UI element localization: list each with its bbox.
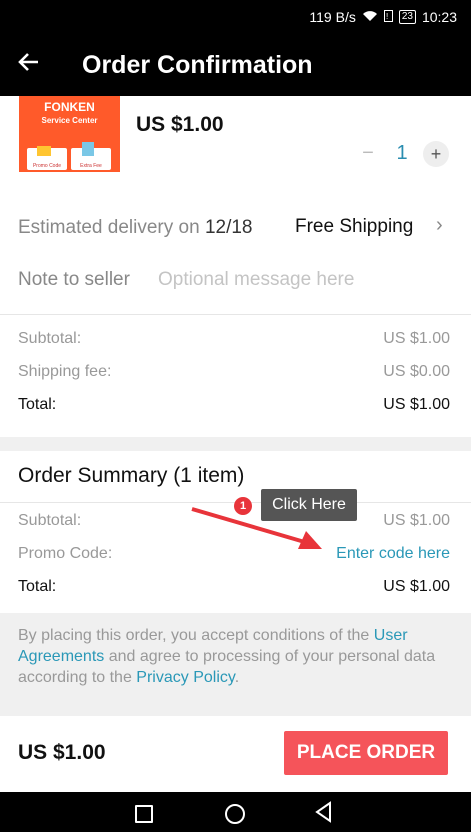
app-header: Order Confirmation bbox=[0, 36, 471, 96]
delivery-label: Estimated delivery on bbox=[18, 217, 200, 238]
quantity-increase-button[interactable]: + bbox=[423, 141, 449, 167]
terms-text: By placing this order, you accept condit… bbox=[18, 627, 436, 686]
section-gap bbox=[0, 696, 471, 716]
recents-icon[interactable] bbox=[135, 805, 153, 823]
enter-promo-code-link[interactable]: Enter code here bbox=[336, 545, 450, 563]
subtotal-label: Subtotal: bbox=[18, 330, 82, 347]
svg-text:!: ! bbox=[386, 12, 388, 21]
click-here-tooltip: Click Here bbox=[261, 489, 357, 521]
divider bbox=[0, 314, 471, 315]
quantity-decrease-button[interactable]: − bbox=[356, 141, 380, 165]
terms-notice: By placing this order, you accept condit… bbox=[0, 613, 471, 696]
product-image-cube bbox=[37, 146, 51, 156]
quantity-value: 1 bbox=[396, 142, 408, 164]
summary-subtotal-value: US $1.00 bbox=[383, 512, 450, 529]
note-label: Note to seller bbox=[18, 269, 130, 290]
note-to-seller-input[interactable] bbox=[158, 266, 448, 294]
estimated-delivery: Estimated delivery on 12/18 bbox=[18, 217, 252, 239]
product-image-cube bbox=[82, 142, 94, 156]
sim-icon: ! bbox=[383, 9, 393, 25]
home-icon[interactable] bbox=[225, 804, 245, 824]
step-badge: 1 bbox=[234, 497, 252, 515]
product-image-subtitle: Service Center bbox=[41, 116, 98, 125]
checkout-total: US $1.00 bbox=[18, 741, 106, 764]
page-title: Order Confirmation bbox=[82, 51, 313, 79]
battery-icon: 23 bbox=[398, 10, 416, 24]
total-value: US $1.00 bbox=[383, 396, 450, 413]
total-label: Total: bbox=[18, 396, 57, 413]
summary-subtotal-label: Subtotal: bbox=[18, 512, 82, 529]
product-image-brand: FONKEN bbox=[44, 100, 95, 114]
privacy-policy-link[interactable]: Privacy Policy bbox=[136, 669, 234, 686]
promo-code-label: Promo Code: bbox=[18, 545, 113, 562]
order-summary-title: Order Summary (1 item) bbox=[18, 464, 245, 487]
wifi-icon bbox=[362, 10, 378, 25]
network-speed: 119 B/s bbox=[309, 9, 356, 25]
section-gap bbox=[0, 437, 471, 451]
delivery-date: 12/18 bbox=[204, 217, 253, 238]
summary-total-value: US $1.00 bbox=[383, 578, 450, 595]
back-arrow-icon[interactable] bbox=[18, 50, 40, 78]
subtotal-value: US $1.00 bbox=[383, 330, 450, 347]
shipping-fee-label: Shipping fee: bbox=[18, 363, 112, 380]
shipping-fee-value: US $0.00 bbox=[383, 363, 450, 380]
chevron-right-icon[interactable]: › bbox=[436, 214, 443, 237]
summary-total-label: Total: bbox=[18, 578, 57, 595]
clock: 10:23 bbox=[421, 9, 457, 25]
place-order-button[interactable]: PLACE ORDER bbox=[284, 731, 448, 775]
status-bar: 119 B/s ! 23 10:23 bbox=[0, 0, 471, 36]
product-price: US $1.00 bbox=[136, 113, 224, 136]
system-nav-bar bbox=[0, 792, 471, 832]
product-image[interactable]: FONKEN Service Center Promo Code Extra F… bbox=[19, 96, 120, 172]
shipping-method[interactable]: Free Shipping bbox=[295, 216, 413, 238]
back-triangle-icon[interactable] bbox=[314, 801, 334, 823]
